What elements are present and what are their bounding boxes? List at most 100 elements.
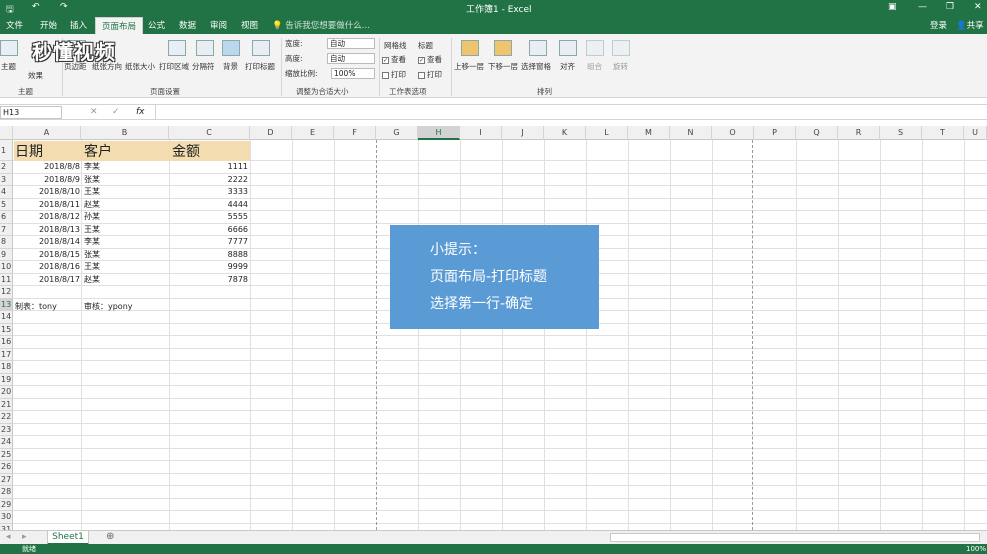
tell-me-box[interactable]: 💡 告诉我您想要做什么... — [272, 19, 370, 31]
date-cell[interactable]: 2018/8/16 — [14, 261, 80, 273]
date-cell[interactable]: 2018/8/9 — [14, 174, 80, 186]
date-cell[interactable]: 2018/8/14 — [14, 236, 80, 248]
column-header[interactable]: J — [502, 126, 544, 140]
headings-view-checkbox[interactable]: ✓ 查看 — [418, 54, 442, 65]
column-header[interactable]: N — [670, 126, 712, 140]
column-header[interactable]: F — [334, 126, 376, 140]
column-header[interactable]: G — [376, 126, 418, 140]
group-icon[interactable] — [586, 40, 604, 56]
share-button[interactable]: 👤共享 — [956, 19, 984, 31]
row-header[interactable]: 30 — [0, 511, 13, 524]
customer-cell[interactable]: 王某 — [84, 186, 164, 198]
row-header[interactable]: 13 — [0, 298, 13, 311]
select-all-corner[interactable] — [0, 126, 13, 140]
column-header[interactable]: U — [964, 126, 987, 140]
effects-button[interactable]: 效果 — [28, 70, 43, 81]
column-header[interactable]: S — [880, 126, 922, 140]
zoom-level[interactable]: 100% — [966, 544, 986, 554]
row-header[interactable]: 15 — [0, 323, 13, 336]
date-cell[interactable]: 2018/8/17 — [14, 274, 80, 286]
header-customer[interactable]: 客户 — [84, 144, 112, 160]
amount-cell[interactable]: 3333 — [170, 186, 248, 198]
column-header[interactable]: M — [628, 126, 670, 140]
print-titles-icon[interactable] — [252, 40, 270, 56]
print-area-icon[interactable] — [168, 40, 186, 56]
column-header-selected[interactable]: H — [418, 126, 460, 140]
print-titles-button[interactable]: 打印标题 — [245, 61, 275, 72]
row-header[interactable]: 26 — [0, 461, 13, 474]
row-header[interactable]: 14 — [0, 311, 13, 324]
bring-forward-icon[interactable] — [461, 40, 479, 56]
date-cell[interactable]: 2018/8/12 — [14, 211, 80, 223]
customer-cell[interactable]: 张某 — [84, 174, 164, 186]
rotate-icon[interactable] — [612, 40, 630, 56]
row-header[interactable]: 18 — [0, 361, 13, 374]
row-header[interactable]: 24 — [0, 436, 13, 449]
amount-cell[interactable]: 2222 — [170, 174, 248, 186]
tab-home[interactable]: 开始 — [40, 19, 57, 31]
themes-button[interactable]: 主题 — [1, 61, 16, 72]
row-header[interactable]: 11 — [0, 273, 13, 286]
amount-cell[interactable]: 7777 — [170, 236, 248, 248]
column-header[interactable]: D — [250, 126, 292, 140]
send-backward-icon[interactable] — [494, 40, 512, 56]
column-header[interactable]: P — [754, 126, 796, 140]
sheet-tab[interactable]: Sheet1 — [47, 531, 89, 545]
customer-cell[interactable]: 张某 — [84, 249, 164, 261]
maker-cell[interactable]: 制表：tony — [15, 301, 57, 313]
size-button[interactable]: 纸张大小 — [125, 61, 155, 72]
column-header[interactable]: Q — [796, 126, 838, 140]
send-backward-button[interactable]: 下移一层 — [488, 61, 518, 72]
date-cell[interactable]: 2018/8/10 — [14, 186, 80, 198]
header-date[interactable]: 日期 — [15, 144, 43, 160]
restore-icon[interactable]: ❐ — [946, 2, 954, 12]
tab-formulas[interactable]: 公式 — [148, 19, 165, 31]
themes-icon[interactable] — [0, 40, 18, 56]
bring-forward-button[interactable]: 上移一层 — [454, 61, 484, 72]
background-icon[interactable] — [222, 40, 240, 56]
amount-cell[interactable]: 7878 — [170, 274, 248, 286]
name-box[interactable]: H13 — [0, 106, 62, 119]
column-header[interactable]: T — [922, 126, 964, 140]
align-icon[interactable] — [559, 40, 577, 56]
align-button[interactable]: 对齐 — [560, 61, 575, 72]
selection-pane-icon[interactable] — [529, 40, 547, 56]
add-sheet-icon[interactable]: ⊕ — [106, 531, 114, 542]
customer-cell[interactable]: 赵某 — [84, 274, 164, 286]
customer-cell[interactable]: 王某 — [84, 261, 164, 273]
column-header[interactable]: R — [838, 126, 880, 140]
scroll-right-icon[interactable]: ▸ — [22, 532, 27, 542]
row-header[interactable]: 1 — [0, 140, 13, 161]
row-header[interactable]: 6 — [0, 211, 13, 224]
tab-view[interactable]: 视图 — [241, 19, 258, 31]
headings-print-checkbox[interactable]: 打印 — [418, 69, 442, 80]
column-header[interactable]: I — [460, 126, 502, 140]
horizontal-scrollbar[interactable] — [610, 533, 980, 542]
column-header[interactable]: B — [81, 126, 169, 140]
gridlines-view-checkbox[interactable]: ✓ 查看 — [382, 54, 406, 65]
formula-input[interactable] — [155, 105, 985, 119]
scroll-left-icon[interactable]: ◂ — [6, 532, 11, 542]
amount-cell[interactable]: 9999 — [170, 261, 248, 273]
print-area-button[interactable]: 打印区域 — [159, 61, 189, 72]
scale-input[interactable]: 100% — [331, 68, 375, 79]
row-header[interactable]: 25 — [0, 448, 13, 461]
undo-icon[interactable]: ↶ — [32, 2, 40, 12]
tab-page-layout[interactable]: 页面布局 — [95, 17, 144, 34]
ribbon-options-icon[interactable]: ▣ — [888, 2, 897, 12]
selection-pane-button[interactable]: 选择窗格 — [521, 61, 551, 72]
row-header[interactable]: 5 — [0, 198, 13, 211]
enter-icon[interactable]: ✓ — [112, 107, 120, 117]
amount-cell[interactable]: 5555 — [170, 211, 248, 223]
tab-data[interactable]: 数据 — [179, 19, 196, 31]
customer-cell[interactable]: 孙某 — [84, 211, 164, 223]
breaks-icon[interactable] — [196, 40, 214, 56]
cancel-icon[interactable]: ✕ — [90, 107, 98, 117]
breaks-button[interactable]: 分隔符 — [192, 61, 215, 72]
fx-icon[interactable]: fx — [136, 107, 145, 117]
row-header[interactable]: 3 — [0, 173, 13, 186]
customer-cell[interactable]: 李某 — [84, 236, 164, 248]
amount-cell[interactable]: 6666 — [170, 224, 248, 236]
date-cell[interactable]: 2018/8/11 — [14, 199, 80, 211]
column-header[interactable]: L — [586, 126, 628, 140]
